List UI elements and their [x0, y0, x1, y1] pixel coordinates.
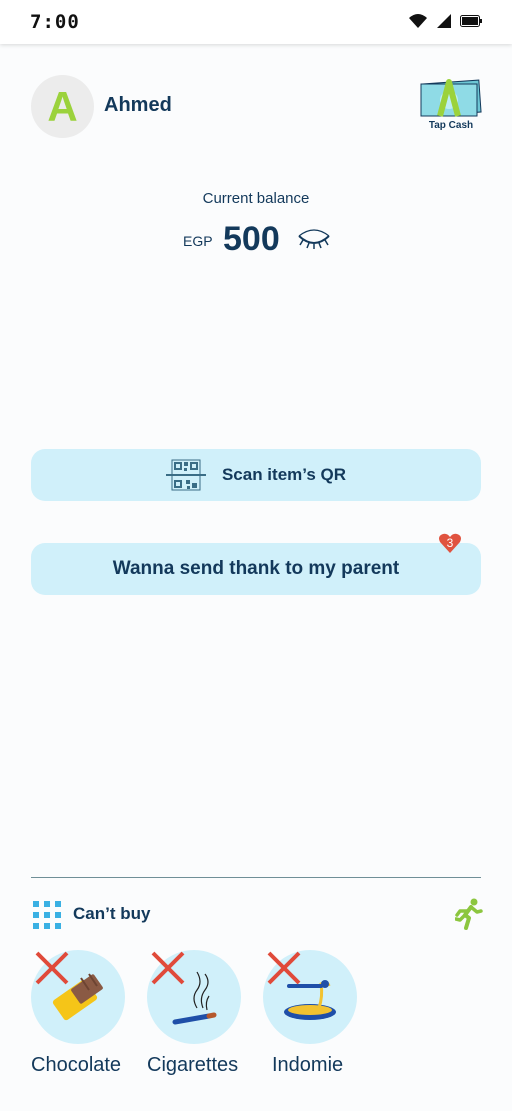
item-label: Indomie	[272, 1054, 344, 1076]
avatar[interactable]: A	[31, 75, 94, 138]
forbidden-x-icon	[267, 951, 301, 985]
avatar-initial: A	[47, 82, 78, 130]
money-icon	[420, 79, 482, 117]
item-label: Chocolate	[31, 1054, 122, 1076]
forbidden-x-icon	[35, 951, 69, 985]
user-name: Ahmed	[104, 94, 172, 116]
qr-code-icon	[165, 459, 206, 491]
status-time: 7:00	[30, 11, 80, 33]
balance-label: Current balance	[202, 190, 310, 207]
scan-qr-button[interactable]: Scan item’s QR	[31, 449, 481, 501]
item-circle	[147, 950, 241, 1044]
signal-icon	[437, 14, 451, 28]
grid-icon	[33, 901, 61, 929]
heart-badge: 3	[438, 532, 462, 554]
status-icons	[408, 13, 482, 29]
restricted-item-indomie[interactable]: Indomie	[263, 950, 373, 1076]
tapcash-label: Tap Cash	[428, 120, 474, 131]
balance-currency: EGP	[183, 233, 213, 249]
section-divider	[31, 877, 481, 878]
balance-amount: 500	[223, 220, 280, 258]
forbidden-x-icon	[151, 951, 185, 985]
item-circle	[31, 950, 125, 1044]
running-person-icon[interactable]	[455, 898, 483, 930]
battery-icon	[460, 15, 482, 27]
restricted-item-cigarettes[interactable]: Cigarettes	[147, 950, 257, 1076]
restricted-item-chocolate[interactable]: Chocolate	[31, 950, 141, 1076]
scan-qr-label: Scan item’s QR	[221, 465, 347, 484]
hide-balance-eye-icon[interactable]	[297, 228, 331, 252]
send-thanks-label: Wanna send thank to my parent	[112, 558, 400, 579]
status-bar: 7:00	[0, 0, 512, 44]
tapcash-button[interactable]: Tap Cash	[418, 78, 482, 134]
item-label: Cigarettes	[147, 1054, 239, 1076]
heart-badge-count: 3	[446, 536, 454, 550]
wifi-icon	[409, 14, 427, 28]
item-circle	[263, 950, 357, 1044]
cant-buy-title: Can’t buy	[73, 904, 151, 923]
send-thanks-button[interactable]: Wanna send thank to my parent	[31, 543, 481, 595]
